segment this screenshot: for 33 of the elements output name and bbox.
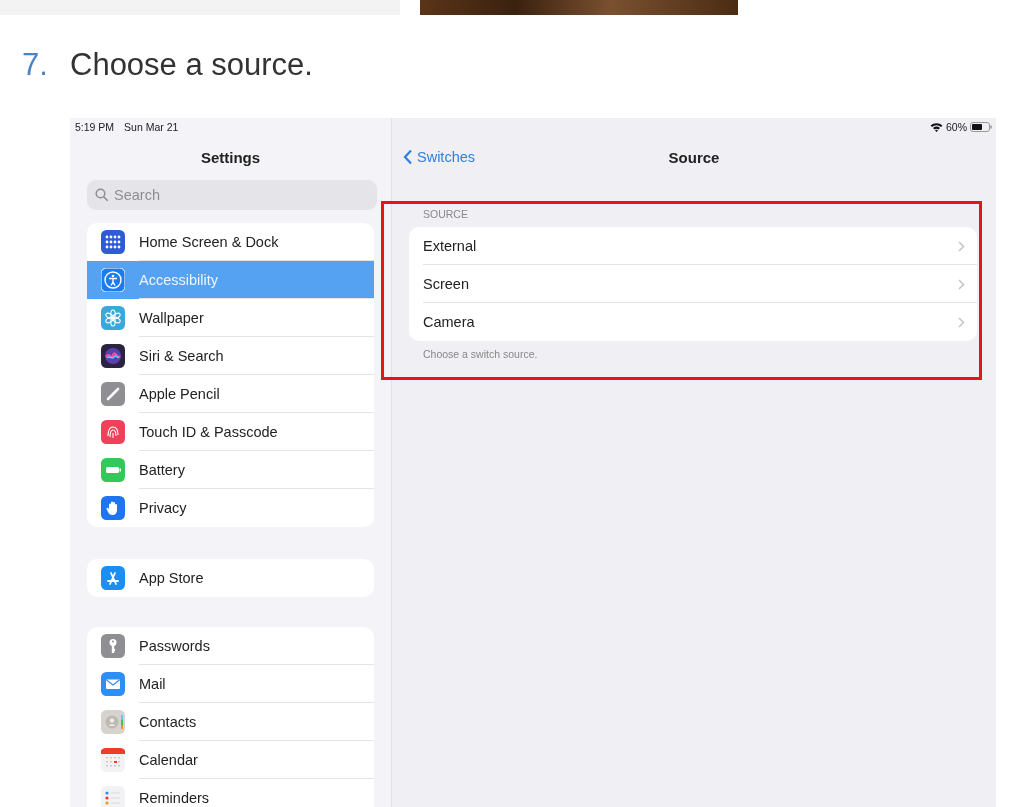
sidebar-item[interactable]: Siri & Search [87,337,374,375]
sidebar-item[interactable]: Privacy [87,489,374,527]
step-text: Choose a source. [70,47,313,83]
chevron-left-icon [403,149,413,165]
sidebar-item[interactable]: Wallpaper [87,299,374,337]
section-footer: Choose a switch source. [423,348,996,360]
sidebar-item[interactable]: Touch ID & Passcode [87,413,374,451]
sidebar-item[interactable]: Passwords [87,627,374,665]
sidebar-item[interactable]: Reminders [87,779,374,807]
battery-icon [970,122,992,132]
battery-percentage: 60% [946,121,967,133]
chevron-right-icon [958,316,965,328]
search-icon [95,188,109,202]
page-title: Source [668,148,720,166]
sidebar-item[interactable]: Calendar [87,741,374,779]
source-option[interactable]: Screen [409,265,977,303]
sidebar-item[interactable]: Home Screen & Dock [87,223,374,261]
sidebar-item[interactable]: Battery [87,451,374,489]
step-number: 7. [21,47,49,83]
status-time: 5:19 PM [75,121,115,133]
sidebar-title: Settings [200,148,261,166]
section-header: SOURCE [423,208,469,220]
back-link[interactable]: Switches [392,149,476,165]
wifi-icon [930,122,943,132]
chevron-right-icon [958,278,965,290]
chevron-right-icon [958,240,965,252]
source-option[interactable]: External [409,227,977,265]
sidebar-item[interactable]: Apple Pencil [87,375,374,413]
source-option[interactable]: Camera [409,303,977,341]
sidebar-item[interactable]: App Store [87,559,374,597]
sidebar-item[interactable]: Mail [87,665,374,703]
status-date: Sun Mar 21 [124,121,179,133]
sidebar-item[interactable]: Contacts [87,703,374,741]
